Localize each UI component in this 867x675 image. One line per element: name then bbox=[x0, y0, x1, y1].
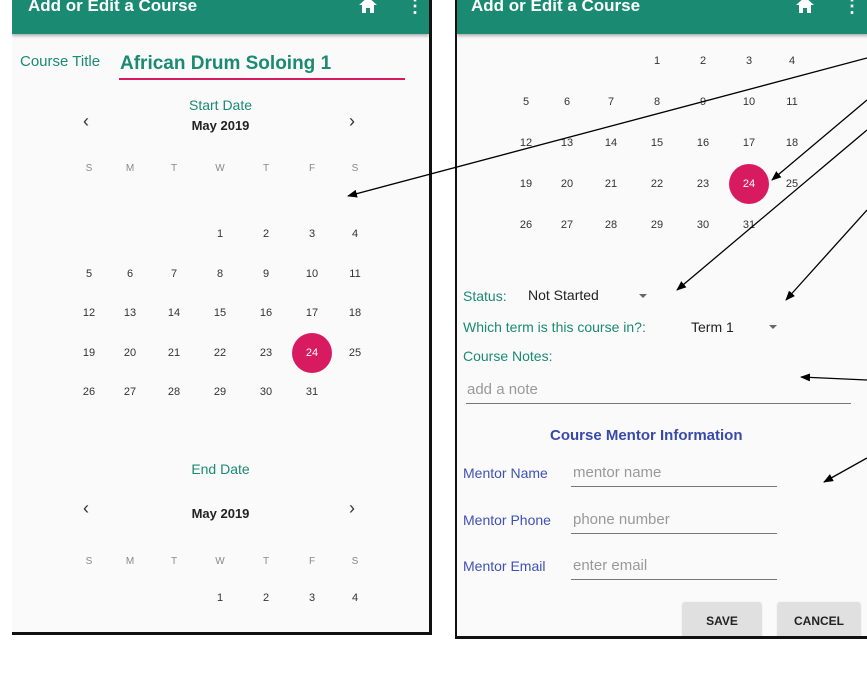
arrow-to-term bbox=[785, 209, 867, 301]
arrow-to-status bbox=[676, 129, 867, 291]
arrow-to-notes bbox=[800, 373, 867, 382]
arrow-to-selected-date bbox=[771, 99, 867, 181]
arrow-to-start-calendar bbox=[347, 57, 867, 198]
arrow-to-mentor bbox=[823, 457, 867, 483]
annotation-arrows bbox=[347, 57, 867, 483]
